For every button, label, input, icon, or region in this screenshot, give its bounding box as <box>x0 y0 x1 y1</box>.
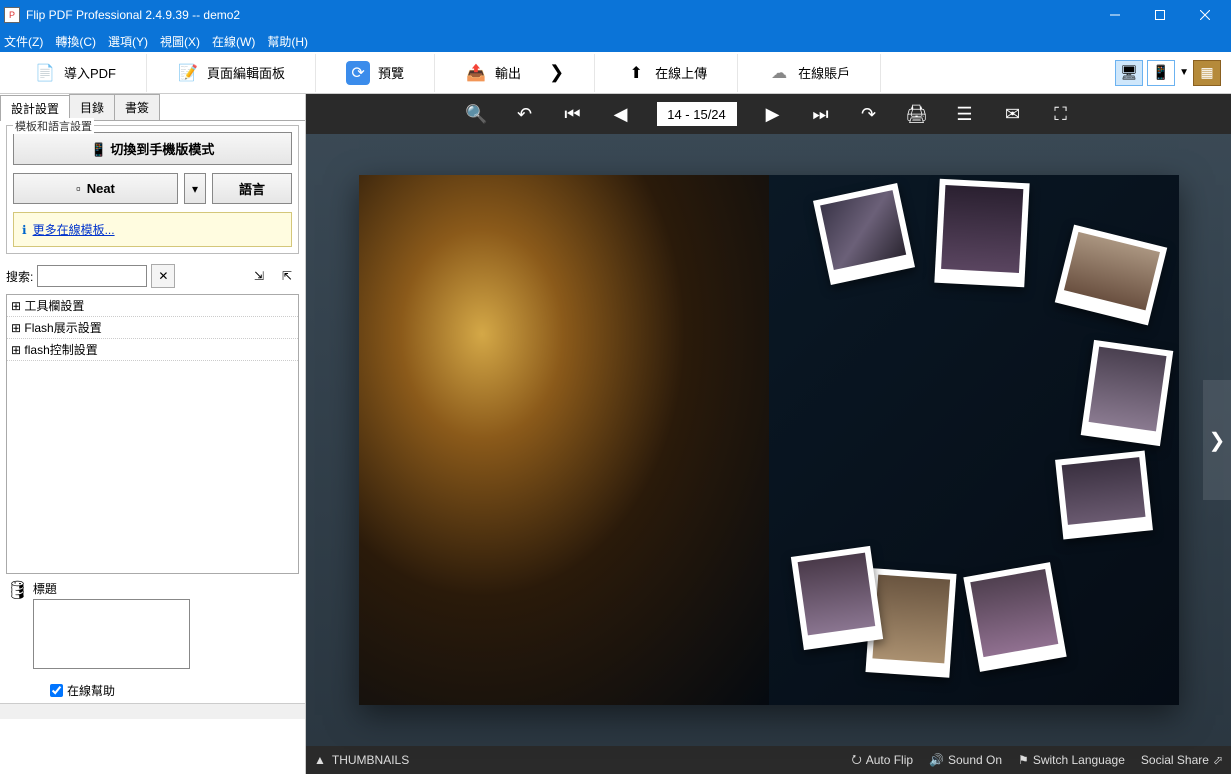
cloud-icon: ☁ <box>768 62 790 84</box>
refresh-icon: ⟳ <box>346 61 370 85</box>
view-grid-button[interactable]: ▦ <box>1193 60 1221 86</box>
minimize-button[interactable] <box>1092 0 1137 30</box>
view-dropdown[interactable]: ▼ <box>1179 67 1189 78</box>
sidebar-statusbar <box>0 703 305 719</box>
last-page-icon[interactable]: ⏭ <box>809 102 833 126</box>
property-list[interactable]: ⊞ 工具欄設置 ⊞ Flash展示設置 ⊞ flash控制設置 <box>6 294 299 574</box>
left-page <box>359 175 769 705</box>
title-textarea[interactable] <box>33 599 190 669</box>
menu-options[interactable]: 選項(Y) <box>108 33 148 50</box>
output-icon: 📤 <box>465 62 487 84</box>
list-icon[interactable]: ☰ <box>953 102 977 126</box>
info-icon: ℹ <box>22 223 27 237</box>
sidebar-tabs: 設計設置 目錄 書簽 <box>0 94 305 121</box>
tab-bookmark[interactable]: 書簽 <box>114 94 160 120</box>
flag-icon: ⚑ <box>1018 753 1029 767</box>
menubar: 文件(Z) 轉換(C) 選項(Y) 視圖(X) 在線(W) 幫助(H) <box>0 30 1231 52</box>
first-page-icon[interactable]: ⏮ <box>561 102 585 126</box>
undo-icon[interactable]: ↶ <box>513 102 537 126</box>
window-title: Flip PDF Professional 2.4.9.39 -- demo2 <box>26 8 1092 22</box>
search-row: 搜索: ✕ ⇲ ⇱ <box>6 264 299 288</box>
page-indicator[interactable]: 14 - 15/24 <box>657 102 737 126</box>
preview-toolbar: 🔍 ↶ ⏮ ◀ 14 - 15/24 ▶ ⏭ ↷ 🖨 ☰ ✉ ⛶ <box>306 94 1231 134</box>
group-legend: 模板和語言設置 <box>13 118 94 134</box>
language-button[interactable]: 語言 <box>212 173 292 204</box>
next-page-icon[interactable]: ▶ <box>761 102 785 126</box>
sound-icon: 🔊 <box>929 753 944 767</box>
next-arrow[interactable]: ❯ <box>1203 380 1231 500</box>
prop-row-flash-control[interactable]: ⊞ flash控制設置 <box>7 339 298 361</box>
theme-dropdown[interactable]: ▾ <box>184 173 206 204</box>
menu-file[interactable]: 文件(Z) <box>4 33 43 50</box>
output-button[interactable]: 📤輸出❯ <box>435 54 595 92</box>
view-mobile-button[interactable]: 📱 <box>1147 60 1175 86</box>
edit-icon: 📝 <box>177 62 199 84</box>
prev-page-icon[interactable]: ◀ <box>609 102 633 126</box>
sound-button[interactable]: 🔊Sound On <box>929 753 1002 767</box>
theme-icon: ▫ <box>76 181 81 196</box>
theme-button[interactable]: ▫Neat <box>13 173 178 204</box>
share-icon: ⬀ <box>1213 753 1223 767</box>
upload-icon: ⬆ <box>625 62 647 84</box>
title-label: 標題 <box>33 580 299 597</box>
prop-row-toolbar[interactable]: ⊞ 工具欄設置 <box>7 295 298 317</box>
search-label: 搜索: <box>6 268 33 285</box>
preview-pane: 🔍 ↶ ⏮ ◀ 14 - 15/24 ▶ ⏭ ↷ 🖨 ☰ ✉ ⛶ <box>306 94 1231 774</box>
main-toolbar: 📄導入PDF 📝頁面編輯面板 ⟳預覽 📤輸出❯ ⬆在線上傳 ☁在線賬戶 🖥 📱 … <box>0 52 1231 94</box>
print-icon[interactable]: 🖨 <box>905 102 929 126</box>
app-icon: P <box>4 7 20 23</box>
prop-row-flash-display[interactable]: ⊞ Flash展示設置 <box>7 317 298 339</box>
online-help-checkbox[interactable]: 在線幫助 <box>50 682 295 699</box>
thumbnails-expand-icon[interactable]: ▲ <box>314 753 326 767</box>
account-button[interactable]: ☁在線賬戶 <box>738 54 881 92</box>
import-pdf-button[interactable]: 📄導入PDF <box>4 54 147 92</box>
db-icon: 🛢 <box>6 580 29 601</box>
preview-button[interactable]: ⟳預覽 <box>316 54 435 92</box>
flipbook[interactable] <box>359 175 1179 705</box>
mail-icon[interactable]: ✉ <box>1001 102 1025 126</box>
mobile-mode-button[interactable]: 📱 切換到手機版模式 <box>13 132 292 165</box>
autoflip-icon: ⭮ <box>852 750 862 771</box>
close-button[interactable] <box>1182 0 1227 30</box>
book-area: ❯ <box>306 134 1231 746</box>
view-desktop-button[interactable]: 🖥 <box>1115 60 1143 86</box>
switch-language-button[interactable]: ⚑Switch Language <box>1018 753 1125 767</box>
upload-button[interactable]: ⬆在線上傳 <box>595 54 738 92</box>
search-input[interactable] <box>37 265 147 287</box>
edit-panel-button[interactable]: 📝頁面編輯面板 <box>147 54 316 92</box>
redo-icon[interactable]: ↷ <box>857 102 881 126</box>
thumbnails-label[interactable]: THUMBNAILS <box>332 753 409 767</box>
pdf-icon: 📄 <box>34 62 56 84</box>
autoflip-button[interactable]: ⭮Auto Flip <box>852 750 913 771</box>
maximize-button[interactable] <box>1137 0 1182 30</box>
menu-convert[interactable]: 轉換(C) <box>55 33 96 50</box>
mobile-icon: 📱 <box>91 142 107 157</box>
titlebar: P Flip PDF Professional 2.4.9.39 -- demo… <box>0 0 1231 30</box>
right-page <box>769 175 1179 705</box>
menu-help[interactable]: 幫助(H) <box>267 33 308 50</box>
menu-online[interactable]: 在線(W) <box>212 33 255 50</box>
menu-view[interactable]: 視圖(X) <box>160 33 200 50</box>
more-templates-link[interactable]: 更多在線模板... <box>33 217 115 242</box>
zoom-icon[interactable]: 🔍 <box>465 102 489 126</box>
template-lang-group: 模板和語言設置 📱 切換到手機版模式 ▫Neat ▾ 語言 ℹ 更多在線模板..… <box>6 125 299 254</box>
sidebar: 設計設置 目錄 書簽 模板和語言設置 📱 切換到手機版模式 ▫Neat ▾ 語言… <box>0 94 306 774</box>
clear-search-button[interactable]: ✕ <box>151 264 175 288</box>
fullscreen-icon[interactable]: ⛶ <box>1049 102 1073 126</box>
preview-footer: ▲ THUMBNAILS ⭮Auto Flip 🔊Sound On ⚑Switc… <box>306 746 1231 774</box>
social-share-button[interactable]: Social Share⬀ <box>1141 753 1223 767</box>
tab-toc[interactable]: 目錄 <box>69 94 115 120</box>
collapse-button[interactable]: ⇱ <box>275 264 299 288</box>
expand-button[interactable]: ⇲ <box>247 264 271 288</box>
